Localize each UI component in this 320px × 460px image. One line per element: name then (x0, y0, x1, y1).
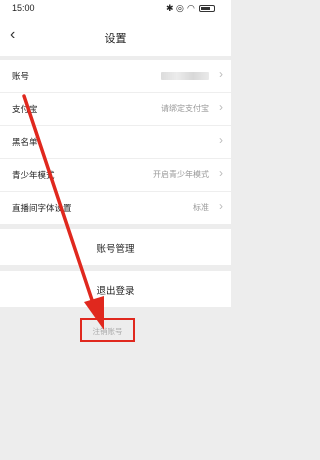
row-value: 标准 (193, 203, 209, 212)
settings-row-alipay[interactable]: 支付宝 请绑定支付宝 › (0, 93, 231, 126)
row-label: 黑名单 (12, 137, 38, 147)
settings-row-blacklist[interactable]: 黑名单 › (0, 126, 231, 159)
chevron-right-icon: › (219, 166, 223, 180)
logout-label: 退出登录 (96, 286, 135, 297)
wifi-icon: ◠ (187, 3, 195, 13)
row-label: 直播间字体设置 (12, 203, 72, 213)
settings-row-teen-mode[interactable]: 青少年模式 开启青少年模式 › (0, 159, 231, 192)
settings-list: 账号 › 支付宝 请绑定支付宝 › 黑名单 › 青少年模式 开启青少年模式 › … (0, 60, 231, 224)
chevron-right-icon: › (219, 133, 223, 147)
mute-icon: ◎ (176, 3, 184, 13)
blurred-account-value (161, 72, 209, 80)
row-label: 支付宝 (12, 104, 38, 114)
settings-row-font-size[interactable]: 直播间字体设置 标准 › (0, 192, 231, 224)
chevron-right-icon: › (219, 100, 223, 114)
status-bar: 15:00 ✱ ◎ ◠ (0, 0, 231, 18)
battery-icon (199, 5, 215, 12)
nav-bar: ‹ 设置 (0, 18, 231, 56)
chevron-right-icon: › (219, 199, 223, 213)
row-value: 请绑定支付宝 (161, 104, 209, 113)
settings-row-account[interactable]: 账号 › (0, 60, 231, 93)
cancel-account-button[interactable]: 注销账号 (80, 318, 135, 342)
account-management-label: 账号管理 (96, 244, 135, 255)
row-label: 青少年模式 (12, 170, 55, 180)
bluetooth-icon: ✱ (166, 3, 174, 13)
cancel-account-label: 注销账号 (92, 327, 123, 336)
account-management-button[interactable]: 账号管理 (0, 229, 231, 265)
row-value: 开启青少年模式 (153, 170, 209, 179)
row-label: 账号 (12, 71, 30, 81)
chevron-right-icon: › (219, 67, 223, 81)
status-time: 15:00 (12, 3, 35, 13)
logout-button[interactable]: 退出登录 (0, 271, 231, 307)
page-title: 设置 (104, 33, 127, 45)
